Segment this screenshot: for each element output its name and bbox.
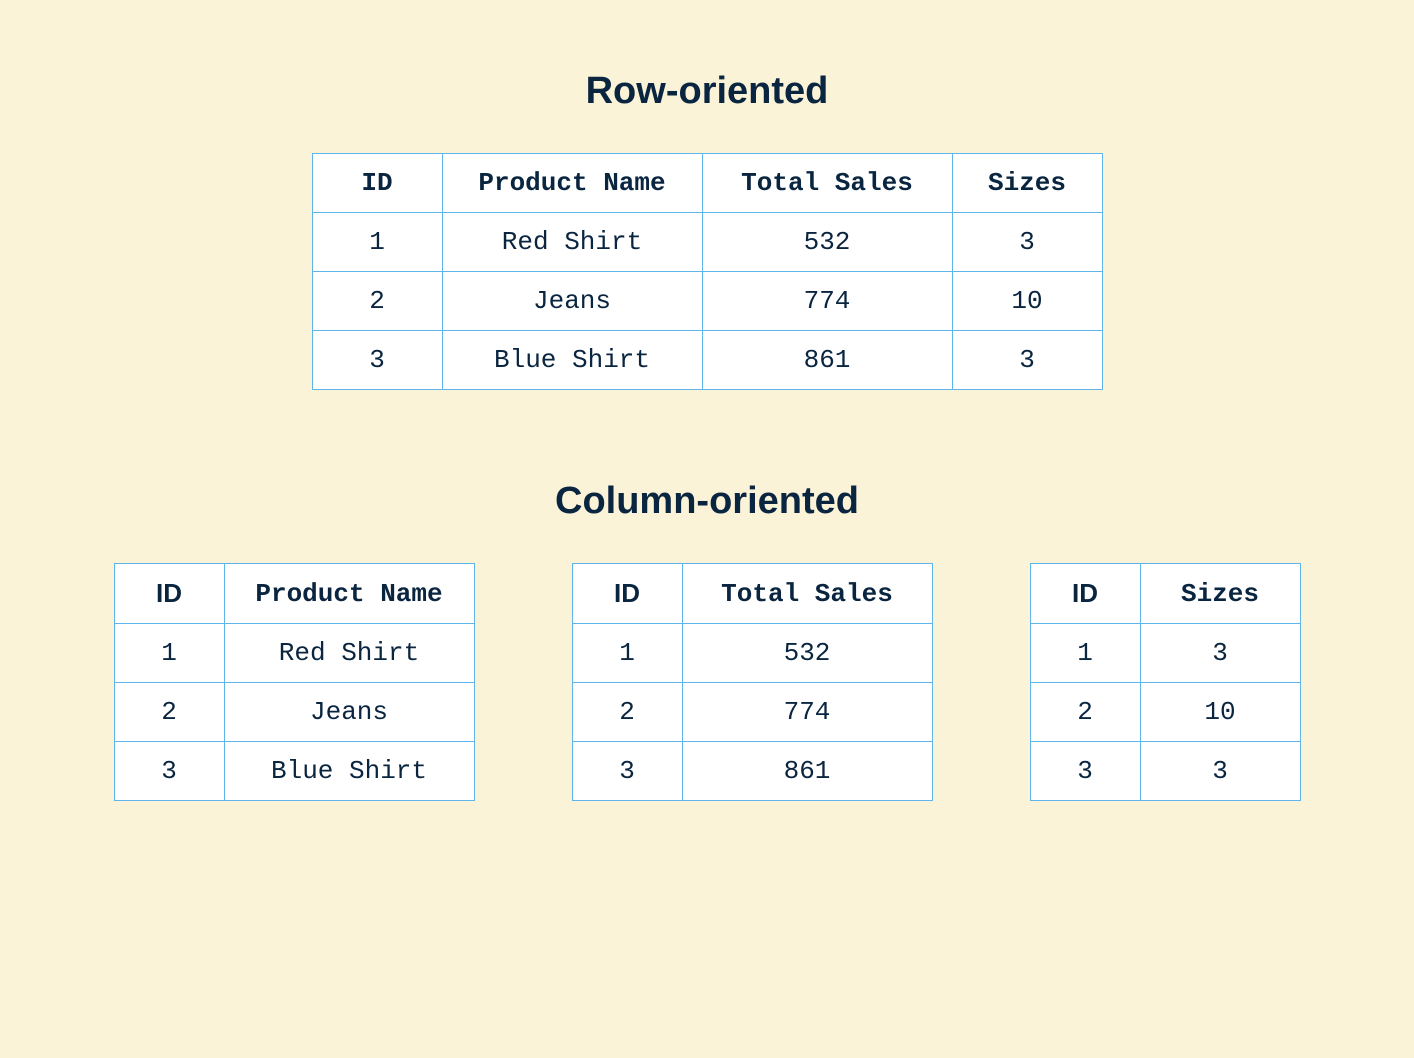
cell-value: Blue Shirt [224, 742, 474, 801]
row-oriented-section: Row-oriented ID Product Name Total Sales… [80, 70, 1334, 390]
cell-id: 1 [312, 213, 442, 272]
table-row: 1 3 [1030, 624, 1300, 683]
table-row: 2 10 [1030, 683, 1300, 742]
table-row: 3 861 [572, 742, 932, 801]
table-row: 3 Blue Shirt [114, 742, 474, 801]
col-header-product-name: Product Name [442, 154, 702, 213]
column-tables-container: ID Product Name 1 Red Shirt 2 Jeans 3 Bl… [80, 563, 1334, 801]
column-oriented-section: Column-oriented ID Product Name 1 Red Sh… [80, 480, 1334, 801]
row-section-title: Row-oriented [80, 70, 1334, 113]
table-row: 1 532 [572, 624, 932, 683]
cell-sizes: 3 [952, 213, 1102, 272]
cell-value: Jeans [224, 683, 474, 742]
cell-product-name: Blue Shirt [442, 331, 702, 390]
table-header-row: ID Sizes [1030, 564, 1300, 624]
cell-id: 2 [114, 683, 224, 742]
cell-total-sales: 532 [702, 213, 952, 272]
table-row: 1 Red Shirt [114, 624, 474, 683]
cell-value: Red Shirt [224, 624, 474, 683]
col-header-sizes: Sizes [952, 154, 1102, 213]
col-header-total-sales: Total Sales [702, 154, 952, 213]
table-header-row: ID Product Name Total Sales Sizes [312, 154, 1102, 213]
table-row: 3 Blue Shirt 861 3 [312, 331, 1102, 390]
cell-sizes: 3 [952, 331, 1102, 390]
col-header-sizes: Sizes [1140, 564, 1300, 624]
table-row: 2 Jeans [114, 683, 474, 742]
cell-sizes: 10 [952, 272, 1102, 331]
cell-id: 3 [1030, 742, 1140, 801]
col-header-id: ID [312, 154, 442, 213]
col-header-id: ID [572, 564, 682, 624]
cell-value: 3 [1140, 742, 1300, 801]
cell-value: 774 [682, 683, 932, 742]
col-header-total-sales: Total Sales [682, 564, 932, 624]
table-row: 2 Jeans 774 10 [312, 272, 1102, 331]
cell-id: 2 [1030, 683, 1140, 742]
cell-value: 10 [1140, 683, 1300, 742]
table-row: 1 Red Shirt 532 3 [312, 213, 1102, 272]
cell-id: 2 [572, 683, 682, 742]
table-header-row: ID Total Sales [572, 564, 932, 624]
cell-value: 532 [682, 624, 932, 683]
table-row: 2 774 [572, 683, 932, 742]
cell-id: 3 [312, 331, 442, 390]
cell-id: 1 [1030, 624, 1140, 683]
cell-id: 2 [312, 272, 442, 331]
column-table-sizes: ID Sizes 1 3 2 10 3 3 [1030, 563, 1301, 801]
cell-id: 3 [572, 742, 682, 801]
col-header-product-name: Product Name [224, 564, 474, 624]
table-header-row: ID Product Name [114, 564, 474, 624]
cell-id: 1 [572, 624, 682, 683]
cell-product-name: Jeans [442, 272, 702, 331]
cell-product-name: Red Shirt [442, 213, 702, 272]
cell-total-sales: 861 [702, 331, 952, 390]
cell-id: 3 [114, 742, 224, 801]
cell-value: 3 [1140, 624, 1300, 683]
cell-id: 1 [114, 624, 224, 683]
cell-value: 861 [682, 742, 932, 801]
column-table-product-name: ID Product Name 1 Red Shirt 2 Jeans 3 Bl… [114, 563, 475, 801]
column-table-total-sales: ID Total Sales 1 532 2 774 3 861 [572, 563, 933, 801]
row-oriented-table: ID Product Name Total Sales Sizes 1 Red … [312, 153, 1103, 390]
column-section-title: Column-oriented [80, 480, 1334, 523]
table-row: 3 3 [1030, 742, 1300, 801]
cell-total-sales: 774 [702, 272, 952, 331]
col-header-id: ID [114, 564, 224, 624]
col-header-id: ID [1030, 564, 1140, 624]
